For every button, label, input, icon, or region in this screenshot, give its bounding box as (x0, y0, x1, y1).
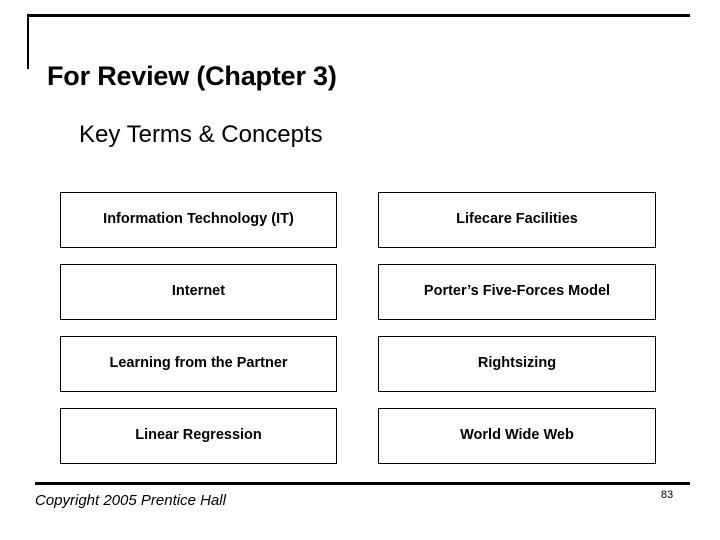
table-row: Learning from the Partner Rightsizing (60, 336, 656, 392)
term-cell: Internet (60, 264, 337, 320)
table-row: Linear Regression World Wide Web (60, 408, 656, 464)
page-number: 83 (660, 489, 674, 501)
term-cell: World Wide Web (378, 408, 656, 464)
term-cell: Lifecare Facilities (378, 192, 656, 248)
table-row: Information Technology (IT) Lifecare Fac… (60, 192, 656, 248)
title-decorative-vertical-rule (27, 14, 29, 69)
term-cell: Linear Regression (60, 408, 337, 464)
term-cell: Learning from the Partner (60, 336, 337, 392)
term-cell: Rightsizing (378, 336, 656, 392)
key-terms-grid: Information Technology (IT) Lifecare Fac… (60, 192, 656, 464)
slide-subtitle: Key Terms & Concepts (79, 121, 323, 148)
page-title: For Review (Chapter 3) (47, 61, 337, 92)
title-decorative-horizontal-rule (27, 14, 690, 17)
term-cell: Information Technology (IT) (60, 192, 337, 248)
table-row: Internet Porter’s Five-Forces Model (60, 264, 656, 320)
footer-divider (35, 482, 690, 485)
term-cell: Porter’s Five-Forces Model (378, 264, 656, 320)
copyright-notice: Copyright 2005 Prentice Hall (35, 492, 226, 509)
